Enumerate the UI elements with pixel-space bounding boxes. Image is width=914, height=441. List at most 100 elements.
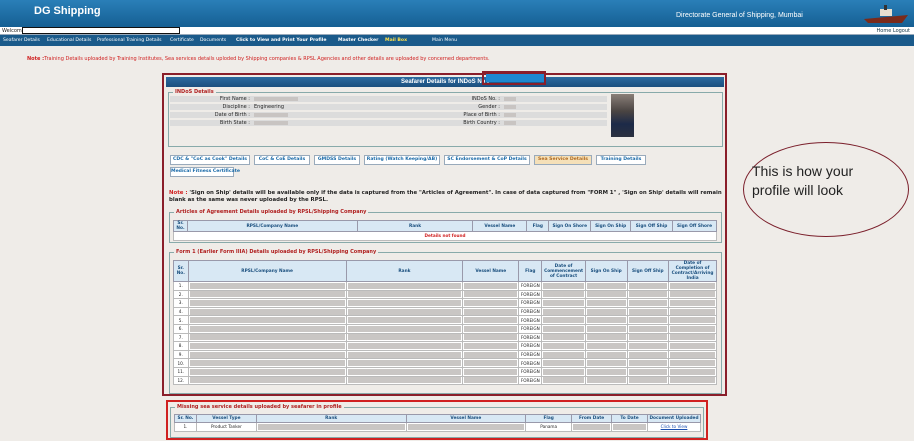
redacted-cell — [628, 282, 668, 289]
redacted-cell — [670, 342, 715, 349]
aoa-table: Sr. No. RPSL/Company Name Rank Vessel Name F… — [173, 220, 717, 241]
form1-cell — [668, 306, 717, 317]
form1-cell — [626, 358, 670, 368]
missing-header-6: To Date — [611, 414, 649, 423]
form1-flag: FOREIGN — [518, 341, 543, 351]
form1-sr: 3. — [173, 298, 189, 308]
form1-cell — [668, 289, 717, 300]
menu-item-2[interactable]: Professional Training Details — [97, 38, 162, 43]
redacted-cell — [189, 377, 345, 384]
redacted-cell — [628, 342, 668, 349]
click-to-view-link[interactable]: Click to View — [647, 422, 701, 432]
form1-cell — [541, 375, 586, 386]
form1-header-6: Sign On Ship — [584, 260, 628, 282]
tab-7[interactable]: Medical Fitness Certificate — [170, 167, 240, 177]
table-row: 4. FOREIGN — [173, 306, 717, 317]
menu-item-5[interactable]: Click to View and Print Your Profile — [236, 38, 326, 43]
form1-sr: 6. — [173, 323, 189, 334]
form1-cell — [462, 375, 520, 386]
form1-cell — [345, 366, 464, 377]
note-text: Training Details uploaded by Training In… — [44, 56, 490, 62]
form1-legend: Form 1 (Earlier Form IIIA) Details uploa… — [176, 249, 377, 255]
form1-sr: 2. — [173, 289, 189, 300]
form1-cell — [541, 306, 586, 317]
redacted-cell — [347, 325, 462, 332]
form1-cell — [462, 366, 520, 377]
redacted-cell — [347, 360, 462, 367]
brand-title: DG Shipping — [34, 5, 101, 17]
form1-flag: FOREIGN — [518, 315, 543, 325]
details-not-found: Details not found — [173, 231, 717, 241]
tab-0[interactable]: CDC & "CoC as Cook" Details — [170, 155, 250, 165]
page-note: Note :Training Details uploaded by Train… — [27, 56, 490, 62]
form1-cell — [668, 323, 717, 334]
tab-5[interactable]: Sea Service Details — [534, 155, 592, 165]
form1-cell — [345, 298, 464, 308]
ship-logo-icon — [864, 5, 908, 23]
redacted-cell — [543, 360, 584, 367]
redacted-cell — [586, 308, 626, 315]
form1-cell — [187, 349, 347, 360]
redacted-cell — [670, 377, 715, 384]
redacted-cell — [189, 308, 345, 315]
menu-item-8[interactable]: Main Menu — [432, 38, 457, 43]
redacted-cell — [189, 317, 345, 324]
aoa-header-8: Sign Off Shore — [672, 220, 717, 232]
tab-4[interactable]: SC Endorsement & CoP Details — [444, 155, 530, 165]
form1-cell — [345, 306, 464, 317]
redacted-cell — [347, 342, 462, 349]
redacted-cell — [586, 291, 626, 298]
menu-item-3[interactable]: Certificate — [170, 38, 194, 43]
missing-header-0: Sr. No. — [174, 414, 197, 423]
panel-title: Seafarer Details for INDoS No : — [166, 77, 724, 87]
form1-cell — [541, 323, 586, 334]
table-row: 2. FOREIGN — [173, 289, 717, 300]
form1-cell — [462, 323, 520, 334]
missing-to — [611, 422, 649, 432]
menu-item-6[interactable]: Master Checker — [338, 38, 378, 43]
menu-item-4[interactable]: Documents — [200, 38, 226, 43]
home-logout-links[interactable]: Home Logout — [877, 27, 910, 35]
tab-2[interactable]: GMDSS Details — [314, 155, 360, 165]
form1-cell — [462, 298, 520, 308]
form1-header-8: Date of Completion of Contract/Arriving … — [668, 260, 717, 282]
form1-cell — [626, 366, 670, 377]
missing-sr: 1. — [174, 422, 197, 432]
table-row: 8. FOREIGN — [173, 341, 717, 351]
menu-item-0[interactable]: Seafarer Details — [3, 38, 40, 43]
form1-flag: FOREIGN — [518, 349, 543, 360]
form1-cell — [584, 306, 628, 317]
indos-right-label-1: Gender : — [478, 104, 500, 110]
indos-number-value — [486, 74, 544, 82]
menu-item-1[interactable]: Educational Details — [47, 38, 91, 43]
redacted-cell — [670, 308, 715, 315]
redacted-cell — [407, 423, 525, 430]
redacted-cell — [189, 325, 345, 332]
form1-cell — [187, 332, 347, 343]
redacted-cell — [628, 377, 668, 384]
redacted-cell — [586, 282, 626, 289]
form1-sr: 12. — [173, 375, 189, 386]
redacted-cell — [464, 291, 518, 298]
warning-text: 'Sign on Ship' details will be available… — [169, 190, 722, 203]
form1-cell — [626, 298, 670, 308]
seafarer-photo — [611, 94, 634, 137]
form1-cell — [668, 298, 717, 308]
tab-1[interactable]: CoC & CoE Details — [254, 155, 310, 165]
menu-item-7[interactable]: Mail Box — [385, 38, 407, 43]
tab-6[interactable]: Training Details — [596, 155, 646, 165]
seafarer-details-panel: Seafarer Details for INDoS No : INDoS De… — [162, 73, 727, 396]
form1-cell — [626, 306, 670, 317]
redacted-cell — [464, 360, 518, 367]
redacted-cell — [628, 360, 668, 367]
form1-cell — [668, 349, 717, 360]
redacted-cell — [586, 325, 626, 332]
form1-cell — [626, 315, 670, 325]
form1-cell — [626, 375, 670, 386]
form1-cell — [345, 289, 464, 300]
form1-cell — [462, 289, 520, 300]
missing-sea-service-panel: Missing sea service details uploaded by … — [166, 400, 708, 440]
indos-right-blur-3 — [504, 121, 516, 125]
tab-3[interactable]: Rating (Watch Keeping/AB) — [364, 155, 440, 165]
form1-cell — [541, 366, 586, 377]
